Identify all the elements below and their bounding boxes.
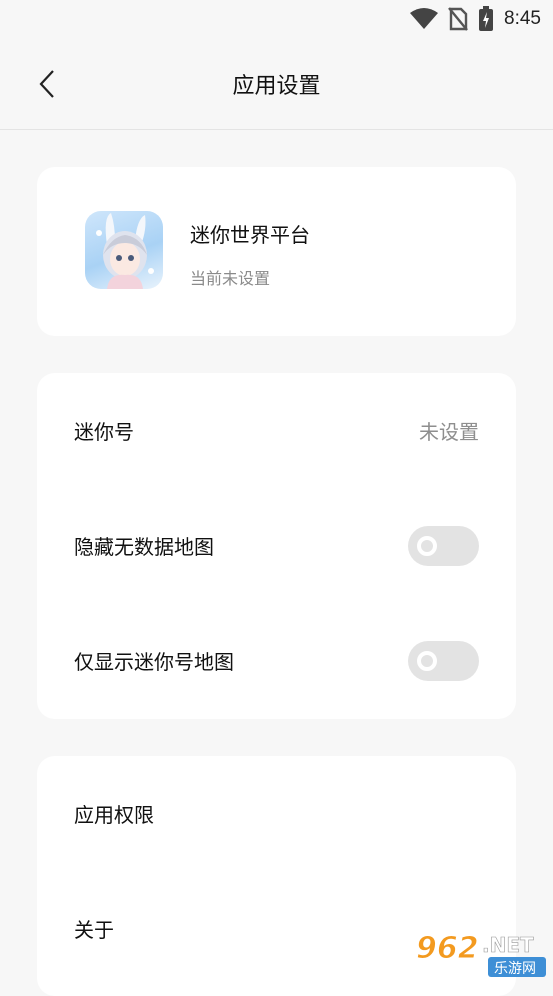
status-bar: 8:45 [0,0,553,38]
show-mini-maps-only-row: 仅显示迷你号地图 [37,603,516,718]
app-icon [85,211,163,289]
settings-card: 迷你号 未设置 隐藏无数据地图 仅显示迷你号地图 [37,373,516,719]
toggle-knob [417,650,437,671]
svg-text:乐游网: 乐游网 [494,961,536,977]
mini-number-row[interactable]: 迷你号 未设置 [37,373,516,488]
site-watermark-logo: 962 .NET 乐游网 [412,928,550,980]
hide-no-data-maps-row: 隐藏无数据地图 [37,488,516,603]
show-mini-maps-only-label: 仅显示迷你号地图 [74,650,234,674]
mini-number-label: 迷你号 [74,420,134,444]
app-permissions-label: 应用权限 [74,803,154,827]
app-info-card: 迷你世界平台 当前未设置 [37,167,516,336]
no-sim-icon [448,7,468,31]
app-permissions-row[interactable]: 应用权限 [37,756,516,871]
show-mini-maps-only-toggle[interactable] [408,640,479,681]
svg-text:.NET: .NET [482,933,534,957]
hide-no-data-maps-label: 隐藏无数据地图 [74,535,214,559]
wifi-icon [410,8,439,30]
hide-no-data-maps-toggle[interactable] [408,525,479,566]
app-status-subtitle: 当前未设置 [190,269,271,288]
about-label: 关于 [74,918,114,942]
mini-number-value: 未设置 [419,420,479,444]
status-time: 8:45 [504,8,541,29]
app-header: 应用设置 [0,38,553,130]
page-title: 应用设置 [232,74,321,99]
toggle-knob [417,535,437,556]
svg-text:962: 962 [416,931,479,966]
battery-charging-icon [478,6,494,32]
app-name: 迷你世界平台 [190,223,310,247]
